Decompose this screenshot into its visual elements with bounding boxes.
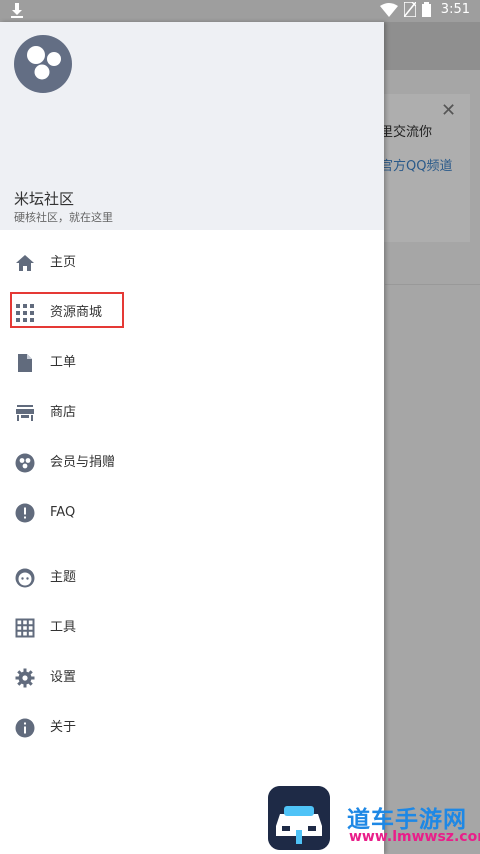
- avatar[interactable]: [14, 35, 72, 93]
- watermark-url: www.lmwwsz.com: [349, 829, 480, 845]
- status-bar: 3:51: [0, 0, 480, 22]
- wifi-icon: [379, 2, 398, 17]
- menu-item-theme[interactable]: 主题: [0, 558, 384, 598]
- notice-link[interactable]: 官方QQ频道: [380, 155, 452, 174]
- download-icon: [11, 3, 23, 18]
- no-sim-icon: [403, 2, 416, 17]
- battery-icon: [421, 2, 431, 17]
- menu-item-shop[interactable]: 商店: [0, 393, 384, 433]
- close-icon[interactable]: ✕: [441, 100, 456, 121]
- menu-item-label: 主页: [50, 255, 77, 270]
- site-slogan: 硬核社区，就在这里: [14, 211, 113, 224]
- document-icon: [18, 354, 32, 372]
- divider: [385, 284, 480, 285]
- highlight-box: [10, 292, 124, 328]
- home-icon: [16, 255, 34, 271]
- menu-item-label: FAQ: [50, 505, 76, 520]
- menu-item-label: 商店: [50, 405, 77, 420]
- site-name: 米坛社区: [14, 190, 75, 208]
- menu-item-label: 会员与捐赠: [50, 455, 116, 470]
- menu-item-membership[interactable]: 会员与捐赠: [0, 443, 384, 483]
- gear-icon: [15, 668, 35, 688]
- drawer-header: 米坛社区 硬核社区，就在这里: [0, 22, 384, 230]
- menu-item-about[interactable]: 关于: [0, 708, 384, 748]
- notice-text: 里交流你: [380, 125, 433, 140]
- menu-item-label: 关于: [50, 720, 77, 735]
- store-icon: [16, 405, 34, 421]
- face-icon: [15, 568, 35, 588]
- clock: 3:51: [440, 2, 470, 17]
- watermark-logo: [268, 786, 330, 850]
- menu-item-ticket[interactable]: 工单: [0, 343, 384, 383]
- navigation-drawer: 米坛社区 硬核社区，就在这里 主页 资源商城 工单 商店 会员与捐赠 FAQ 主…: [0, 22, 384, 854]
- menu-item-label: 工具: [50, 620, 77, 635]
- table-icon: [15, 618, 35, 638]
- alert-icon: [15, 503, 35, 523]
- menu-item-label: 工单: [50, 355, 77, 370]
- menu-item-home[interactable]: 主页: [0, 243, 384, 283]
- menu-item-tools[interactable]: 工具: [0, 608, 384, 648]
- menu-item-label: 设置: [50, 670, 77, 685]
- membership-icon: [15, 453, 35, 473]
- menu-item-faq[interactable]: FAQ: [0, 493, 384, 533]
- menu-item-label: 主题: [50, 570, 77, 585]
- info-icon: [15, 718, 35, 738]
- menu-item-settings[interactable]: 设置: [0, 658, 384, 698]
